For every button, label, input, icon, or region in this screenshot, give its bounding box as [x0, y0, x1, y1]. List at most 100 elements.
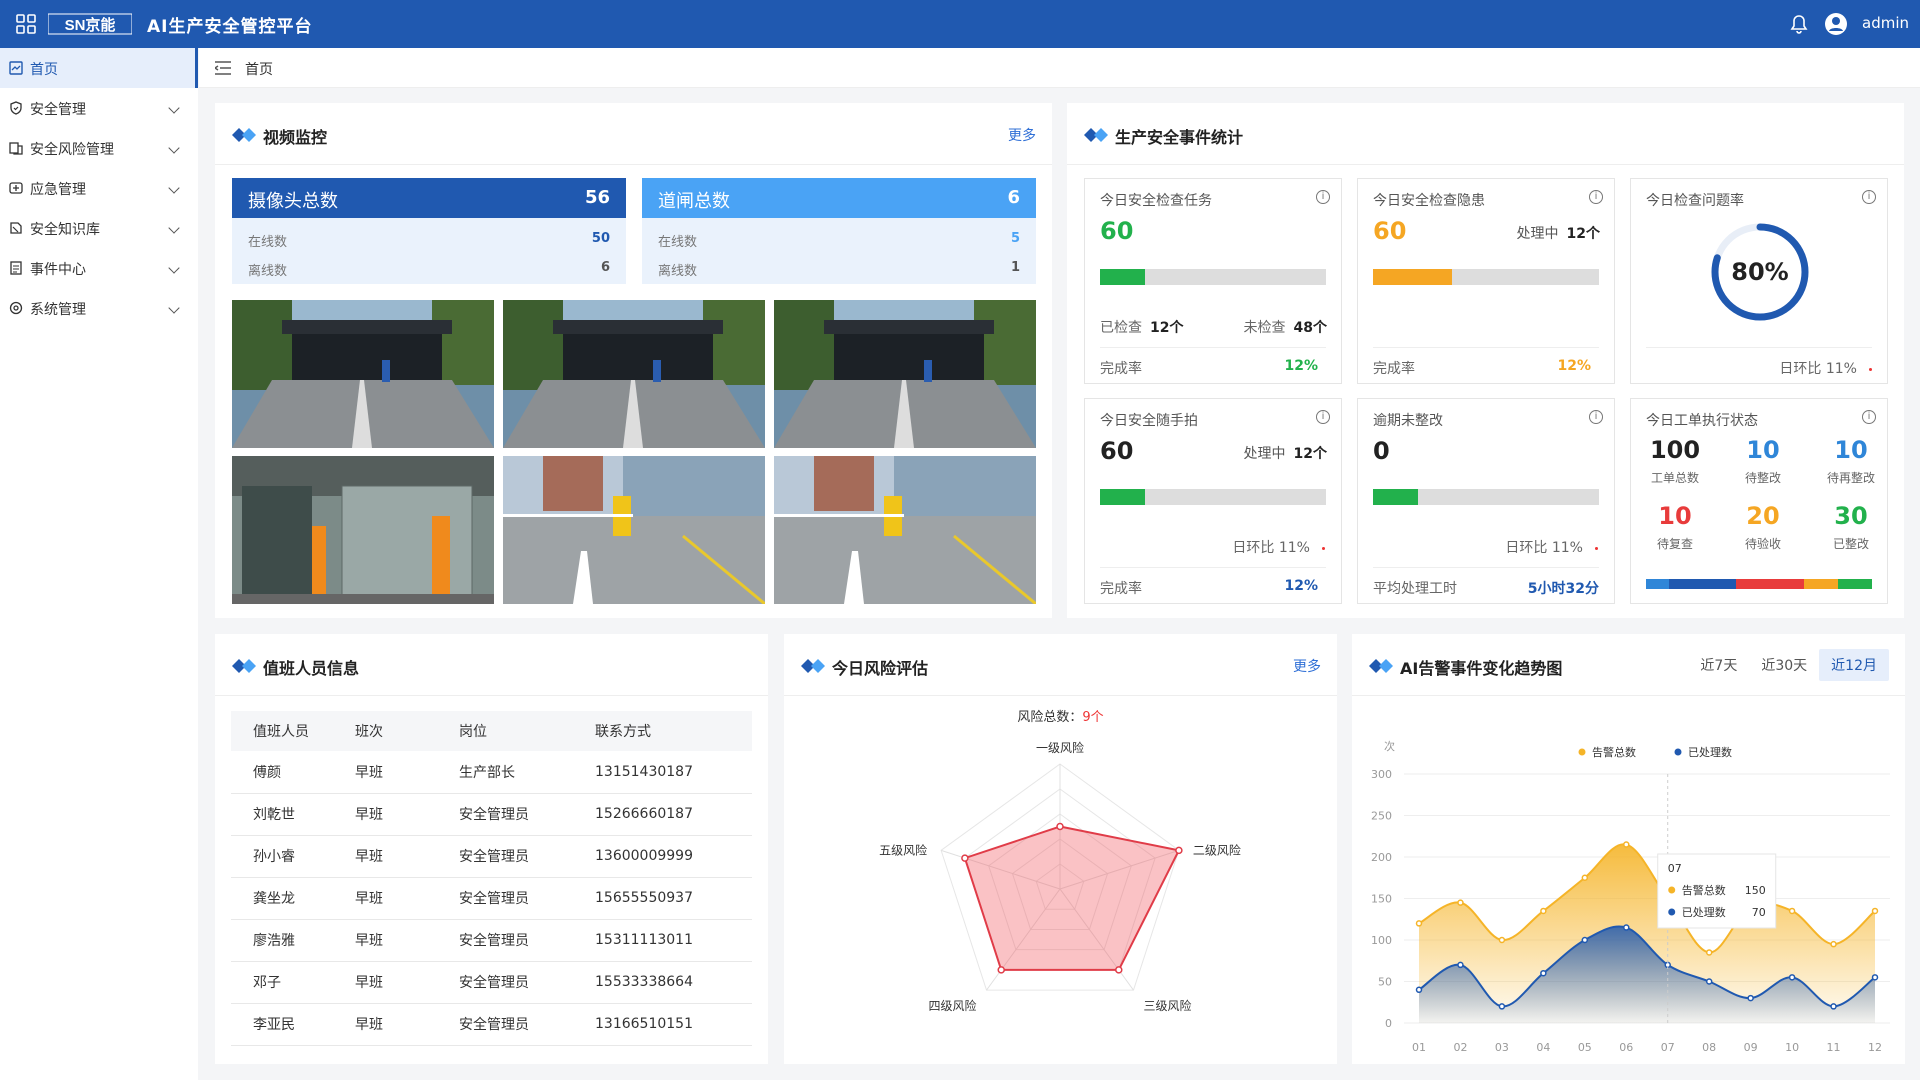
sidebar-item-2[interactable]: 安全风险管理 [0, 128, 198, 168]
sidebar-item-1[interactable]: 安全管理 [0, 88, 198, 128]
table-row[interactable]: 傅颜 早班 生产部长 13151430187 [231, 751, 752, 794]
work-order-stat: 20 待验收 [1744, 502, 1781, 551]
series-point [1581, 874, 1589, 881]
avg-time-label: 平均处理工时 [1373, 581, 1457, 597]
progress-bar [1100, 489, 1326, 505]
gate-total-box[interactable]: 道闸总数 6 在线数 5 离线数 1 [642, 178, 1036, 284]
chevron-down-icon[interactable] [168, 142, 180, 154]
y-tick-label: 0 [1385, 1017, 1392, 1030]
table-cell: 早班 [333, 835, 437, 878]
progress-bar [1373, 269, 1599, 285]
y-tick-label: 250 [1371, 810, 1392, 823]
chevron-down-icon[interactable] [168, 102, 180, 114]
status-segment [1736, 579, 1805, 589]
alert-trend-chart: 次 0 50 100 150 200 250 300 01 02 03 04 05 06 07 08 09 10 1… [1371, 739, 1890, 1054]
period-tab[interactable]: 近7天 [1688, 649, 1749, 681]
risk-more-link[interactable]: 更多 [1293, 656, 1321, 676]
column-header: 联系方式 [573, 711, 752, 751]
chevron-down-icon[interactable] [168, 302, 180, 314]
table-row[interactable]: 廖浩雅 早班 安全管理员 15311113011 [231, 919, 752, 962]
risk-panel: 今日风险评估 更多 风险总数：9个 一级风险 二级风险 三级风险 四级风险 五级风险 [784, 634, 1337, 1064]
diamond-icon [1084, 128, 1108, 142]
column-header: 岗位 [437, 711, 573, 751]
table-row[interactable]: 刘乾世 早班 安全管理员 15266660187 [231, 793, 752, 836]
inspection-hazard-card[interactable]: 今日安全检查隐患 i 60 处理中 12个 完成率 12% [1357, 178, 1615, 384]
video-panel-header: 视频监控 更多 [215, 103, 1052, 165]
card-value: 60 [1100, 217, 1134, 245]
tooltip-title: 07 [1668, 862, 1682, 875]
bell-icon[interactable] [1790, 14, 1808, 34]
card-value: 60 [1100, 437, 1134, 465]
logo: SN京能 [47, 12, 133, 36]
table-row[interactable]: 龚坐龙 早班 安全管理员 15655550937 [231, 877, 752, 920]
card-title: 今日安全检查隐患 [1373, 193, 1485, 209]
info-icon[interactable]: i [1589, 410, 1603, 424]
camera-feed-4[interactable] [232, 456, 494, 604]
camera-total-label: 摄像头总数 [248, 191, 338, 212]
table-cell: 安全管理员 [437, 919, 573, 962]
trend-panel-header: AI告警事件变化趋势图 近7天 近30天 近12月 [1352, 634, 1905, 696]
table-row[interactable]: 孙小睿 早班 安全管理员 13600009999 [231, 835, 752, 878]
progress-fill [1373, 489, 1419, 505]
sidebar-item-label: 事件中心 [30, 262, 86, 278]
table-cell: 早班 [333, 919, 437, 962]
series-point [1623, 924, 1630, 931]
camera-total-value: 56 [584, 187, 610, 208]
series-point [1747, 994, 1754, 1002]
apps-grid-icon[interactable] [16, 14, 36, 34]
table-cell: 13166510151 [573, 1003, 752, 1046]
chevron-down-icon[interactable] [168, 182, 180, 194]
camera-total-box[interactable]: 摄像头总数 56 在线数 50 离线数 6 [232, 178, 626, 284]
sidebar-item-5[interactable]: 事件中心 [0, 248, 198, 288]
info-icon[interactable]: i [1316, 190, 1330, 204]
chevron-down-icon[interactable] [168, 222, 180, 234]
camera-feed-2[interactable] [503, 300, 765, 448]
period-tab[interactable]: 近12月 [1819, 649, 1889, 681]
info-icon[interactable]: i [1862, 410, 1876, 424]
x-tick-label: 09 [1744, 1041, 1758, 1054]
video-panel-title: 视频监控 [263, 128, 328, 147]
risk-panel-title: 今日风险评估 [832, 659, 929, 678]
info-icon[interactable]: i [1589, 190, 1603, 204]
progress-bar [1100, 269, 1326, 285]
status-segment [1838, 579, 1872, 589]
avatar[interactable] [1825, 13, 1847, 35]
sidebar-item-label: 首页 [30, 62, 58, 78]
table-cell: 早班 [333, 877, 437, 920]
period-tab[interactable]: 近30天 [1749, 649, 1819, 681]
info-icon[interactable]: i [1862, 190, 1876, 204]
sidebar-item-0[interactable]: 首页 [0, 48, 198, 88]
y-tick-label: 50 [1378, 976, 1392, 989]
menu-toggle-icon[interactable] [215, 61, 231, 75]
camera-feed-5[interactable] [503, 456, 765, 604]
sidebar-item-4[interactable]: 安全知识库 [0, 208, 198, 248]
inspection-task-card[interactable]: 今日安全检查任务 i 60 已检查 12个 未检查 48个 完成率 12% [1084, 178, 1342, 384]
gauge-value: 80% [1731, 258, 1788, 286]
video-more-link[interactable]: 更多 [1008, 125, 1036, 145]
series-point [1498, 936, 1506, 944]
camera-feed-6[interactable] [774, 456, 1036, 604]
sidebar-item-3[interactable]: 应急管理 [0, 168, 198, 208]
info-icon[interactable]: i [1316, 410, 1330, 424]
camera-feed-3[interactable] [774, 300, 1036, 448]
table-cell: 早班 [333, 961, 437, 1004]
table-row[interactable]: 邓子 早班 安全管理员 15533338664 [231, 961, 752, 1004]
snapshot-card[interactable]: 今日安全随手拍 i 60 处理中 12个 日环比 11% 完成率 12% [1084, 398, 1342, 604]
table-cell: 早班 [333, 1003, 437, 1046]
breadcrumb[interactable]: 首页 [245, 59, 273, 79]
table-row[interactable]: 李亚民 早班 安全管理员 13166510151 [231, 1003, 752, 1046]
overdue-card[interactable]: 逾期未整改 i 0 日环比 11% 平均处理工时 5小时32分 [1357, 398, 1615, 604]
user-name[interactable]: admin [1862, 14, 1909, 32]
camera-feed-1[interactable] [232, 300, 494, 448]
radar-axis-label: 五级风险 [879, 842, 927, 857]
processing-stat: 处理中 12个 [1243, 446, 1327, 462]
chevron-down-icon[interactable] [168, 262, 180, 274]
table-cell: 安全管理员 [437, 1003, 573, 1046]
stats-panel-title: 生产安全事件统计 [1115, 128, 1244, 147]
period-tabs: 近7天 近30天 近12月 [1688, 649, 1889, 681]
issue-rate-card[interactable]: 今日检查问题率 i 80% 日环比 11% [1630, 178, 1888, 384]
work-order-card[interactable]: 今日工单执行状态 i 100 工单总数 10 待整改 10 待再整改 10 待复查 20 待验收 3… [1630, 398, 1888, 604]
series-point [1415, 920, 1423, 927]
sidebar-item-6[interactable]: 系统管理 [0, 288, 198, 328]
table-cell: 15311113011 [573, 919, 752, 962]
